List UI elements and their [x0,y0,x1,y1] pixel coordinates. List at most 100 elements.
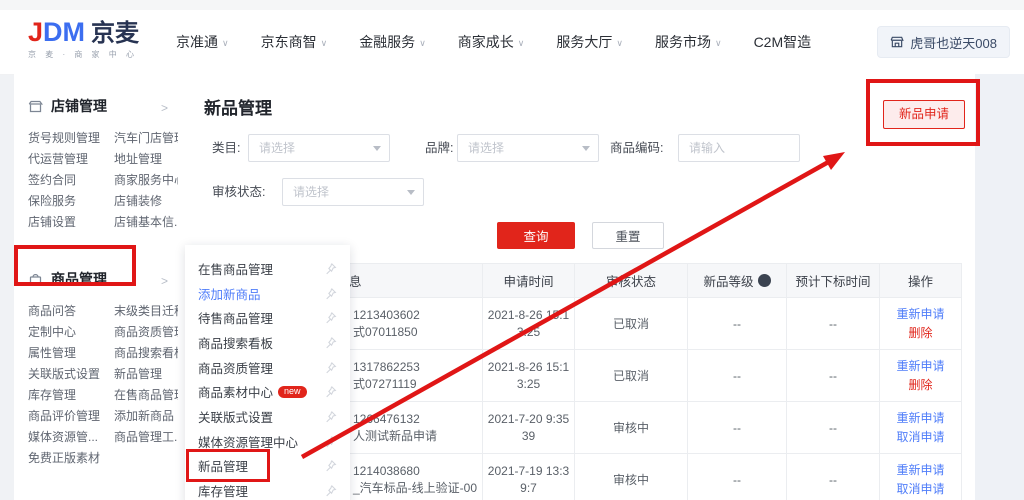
flyout-item-label: 商品素材中心 [198,382,273,401]
sidebar-item[interactable]: 库存管理 [28,385,102,406]
nav-menu-item[interactable]: 服务大厅∨ [556,32,623,52]
sidebar-item[interactable]: 商家服务中心 [114,170,178,191]
sidebar-item[interactable]: 店铺基本信... [114,212,178,233]
nav-menu-item[interactable]: 京东商智 ∨ [261,32,328,52]
chevron-down-icon: ∨ [321,38,328,48]
pin-icon[interactable] [324,484,337,497]
reset-button[interactable]: 重置 [592,222,664,249]
chevron-down-icon: ∨ [518,38,525,48]
info-icon[interactable] [758,274,771,287]
flyout-menu-item[interactable]: 库存管理 [185,478,350,500]
shop-account-badge[interactable]: 虎哥也逆天008 [877,26,1010,58]
sidebar-item[interactable]: 商品资质管理 [114,322,178,343]
sidebar-item[interactable]: 店铺装修 [114,191,178,212]
sidebar-item[interactable]: 代运营管理 [28,149,102,170]
sidebar-section-product[interactable]: 商品管理 > [28,247,168,289]
chevron-right-icon[interactable]: > [161,274,168,288]
nav-menu-item[interactable]: 商家成长∨ [458,32,525,52]
status-select[interactable]: 请选择 [282,178,424,206]
brand-select[interactable]: 请选择 [457,134,599,162]
nav-menu-item[interactable]: 服务市场∨ [655,32,722,52]
sidebar-item[interactable]: 地址管理 [114,149,178,170]
nav-item-label: 京东商智 [261,34,317,50]
pin-icon[interactable] [324,262,337,275]
secondary-action-link[interactable]: 取消申请 [896,428,944,447]
product-desc: 人测试新品申请 [353,428,437,445]
flyout-menu-item[interactable]: 添加新商品 [185,281,350,306]
reapply-link[interactable]: 重新申请 [896,357,944,376]
flyout-menu-item[interactable]: 媒体资源管理中心 [185,429,350,454]
pin-icon[interactable] [324,410,337,423]
status-select-placeholder: 请选择 [293,185,329,199]
flyout-item-label: 媒体资源管理中心 [198,432,298,451]
nav-menu-item[interactable]: 京准通∨ [176,32,229,52]
section-title-shop: 店铺管理 [51,96,107,116]
pin-icon[interactable] [324,287,337,300]
nav-menu-item[interactable]: C2M智造∨ [754,32,812,52]
sidebar-item[interactable]: 添加新商品 [114,406,178,427]
flyout-menu-item[interactable]: 商品素材中心 new [185,379,350,404]
sidebar-item[interactable]: 在售商品管理 [114,385,178,406]
sidebar-item[interactable]: 新品管理 [114,364,178,385]
flyout-menu-item[interactable]: 新品管理 [185,454,350,479]
secondary-action-link[interactable]: 删除 [908,324,932,343]
nav-item-label: 服务市场 [655,34,711,50]
flyout-menu-item[interactable]: 商品资质管理 [185,355,350,380]
pin-icon[interactable] [324,311,337,324]
flyout-menu-item[interactable]: 商品搜索看板 [185,330,350,355]
secondary-action-link[interactable]: 取消申请 [896,480,944,499]
logo-subtitle: 京 麦 · 商 家 中 心 [28,51,139,59]
category-select[interactable]: 请选择 [248,134,390,162]
cell-apply-time: 2021-8-26 15:1 3:25 [483,298,575,349]
shop-items: 货号规则管理 汽车门店管理 代运营管理 地址管理 签约合同 商家服务中心 保险服… [28,128,178,233]
product-desc: 式07011850 [353,324,418,341]
reapply-link[interactable]: 重新申请 [896,461,944,480]
pin-icon[interactable] [324,385,337,398]
sidebar-item[interactable]: 汽车门店管理 [114,128,178,149]
sidebar-item[interactable]: 商品管理工... [114,427,178,448]
sidebar-item[interactable]: 媒体资源管... [28,427,102,448]
flyout-item-label: 库存管理 [198,481,248,500]
secondary-action-link[interactable]: 删除 [908,376,932,395]
sidebar-item[interactable]: 免费正版素材 [28,448,102,469]
sidebar-item[interactable]: 属性管理 [28,343,102,364]
product-id: 1266476132 [353,411,420,428]
sidebar-item[interactable]: 商品搜索看板 [114,343,178,364]
chevron-down-icon: ∨ [419,38,426,48]
sidebar-section-shop[interactable]: 店铺管理 > [28,74,168,116]
product-items: 商品问答 末级类目迁移 定制中心 商品资质管理 属性管理 商品搜索看板 关联版式… [28,301,178,469]
flyout-menu-item[interactable]: 在售商品管理 [185,256,350,281]
flyout-menu-item[interactable]: 待售商品管理 [185,305,350,330]
col-eta: 预计下标时间 [787,264,880,297]
sidebar-item[interactable]: 货号规则管理 [28,128,102,149]
search-button[interactable]: 查询 [497,222,575,249]
sidebar-item[interactable]: 商品评价管理 [28,406,102,427]
pin-icon[interactable] [324,459,337,472]
pin-icon[interactable] [324,336,337,349]
sidebar-section-marketing[interactable]: 营销中心 > [28,483,168,500]
nav-menu-item[interactable]: 金融服务∨ [359,32,426,52]
logo-letter-d: D [43,17,63,47]
pin-icon[interactable] [324,435,337,448]
sidebar-item[interactable]: 保险服务 [28,191,102,212]
new-product-apply-button[interactable]: 新品申请 [883,100,965,129]
reapply-link[interactable]: 重新申请 [896,305,944,324]
flyout-menu-item[interactable]: 关联版式设置 [185,404,350,429]
cell-apply-time: 2021-7-20 9:35 39 [483,402,575,453]
sidebar-item[interactable]: 商品问答 [28,301,102,322]
jdm-logo[interactable]: JDM京麦 京 麦 · 商 家 中 心 [28,19,139,59]
chevron-right-icon[interactable]: > [161,101,168,115]
nav-item-label: 服务大厅 [556,34,612,50]
reapply-link[interactable]: 重新申请 [896,409,944,428]
new-badge: new [278,386,307,398]
sidebar-item[interactable]: 定制中心 [28,322,102,343]
sku-input[interactable] [678,134,800,162]
product-desc: 式07271119 [353,376,417,393]
sidebar-item[interactable]: 关联版式设置 [28,364,102,385]
sidebar-item[interactable]: 店铺设置 [28,212,102,233]
cell-actions: 重新申请 取消申请 [880,402,961,453]
sidebar-item[interactable]: 签约合同 [28,170,102,191]
section-title-product: 商品管理 [51,269,107,289]
sidebar-item[interactable]: 末级类目迁移 [114,301,178,322]
pin-icon[interactable] [324,361,337,374]
